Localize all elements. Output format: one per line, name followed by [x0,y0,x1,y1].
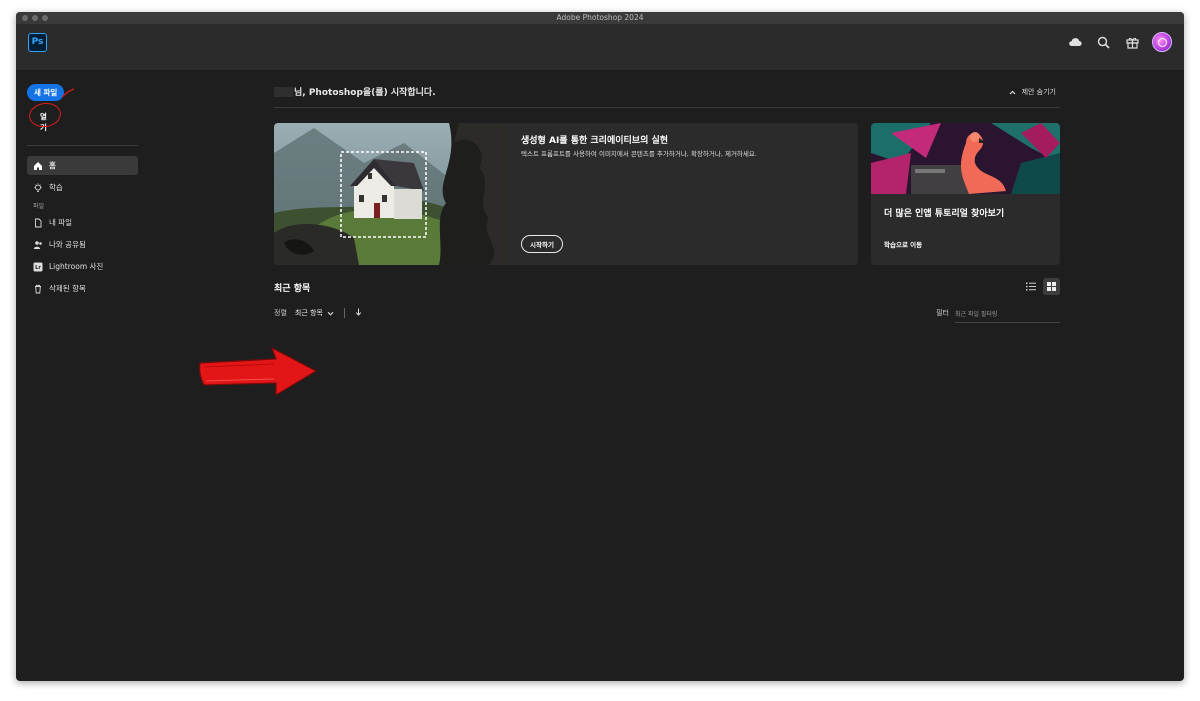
greeting-text: 님, Photoshop을(를) 시작합니다. [294,88,436,98]
svg-text:Lr: Lr [35,265,41,271]
sidebar-item-lightroom[interactable]: Lr Lightroom 사진 [27,257,138,276]
photoshop-window: Adobe Photoshop 2024 Ps 새 파일 열기 홈 학습 파일 … [16,12,1184,681]
sidebar-item-label: 홈 [49,161,56,170]
list-view-icon [1025,282,1036,291]
red-arrow-annotation [199,346,318,397]
new-file-button[interactable]: 새 파일 [27,84,65,101]
avatar[interactable] [1152,32,1172,52]
greeting-row: 님, Photoshop을(를) 시작합니다. 제안 숨기기 [274,80,1060,108]
sort-value: 최근 항목 [294,309,323,317]
filter-input[interactable]: 최근 파일 필터링 [955,307,1060,323]
sidebar-item-shared[interactable]: 나와 공유됨 [27,235,138,254]
lightbulb-icon [34,182,42,192]
grid-view-icon [1047,282,1056,291]
card-title: 더 많은 인앱 튜토리얼 찾아보기 [884,209,1005,219]
list-view-button[interactable] [1022,278,1039,295]
search-icon[interactable] [1094,33,1113,52]
sidebar-item-label: 학습 [49,183,63,192]
annotation-circle [27,100,63,130]
arrow-down-icon [355,308,362,316]
tutorials-card[interactable]: 더 많은 인앱 튜토리얼 찾아보기 학습으로 이동 [871,123,1060,265]
recent-section-title: 최근 항목 [274,284,311,294]
sidebar-item-label: 삭제된 항목 [49,284,86,293]
suggestion-cards: 생성형 AI를 통한 크리에이티브의 실현 텍스트 프롬프트를 사용하여 이미지… [274,123,1060,265]
annotation-stroke [61,88,75,98]
grid-view-button[interactable] [1043,278,1060,295]
file-icon [35,218,42,227]
app-header: Ps [16,24,1184,70]
sidebar-item-my-files[interactable]: 내 파일 [27,213,138,232]
home-main: 님, Photoshop을(를) 시작합니다. 제안 숨기기 생성형 AI를 통… [274,80,1060,323]
sort-controls: 정렬 최근 항목 [274,308,362,318]
sidebar-divider [27,145,138,146]
gift-icon[interactable] [1123,33,1142,52]
home-icon [34,161,42,170]
chevron-up-icon [1009,90,1015,94]
redacted-username [274,86,293,97]
filter-label: 필터 [936,309,949,317]
sort-dropdown[interactable]: 최근 항목 [295,308,334,318]
greeting: 님, Photoshop을(를) 시작합니다. [274,85,436,98]
sort-direction-button[interactable] [355,308,362,318]
open-button[interactable]: 열기 [27,100,63,137]
hide-suggestions-label: 제안 숨기기 [1021,88,1056,96]
cloud-icon[interactable] [1065,33,1084,52]
sidebar-item-label: 나와 공유됨 [49,240,86,249]
sidebar-item-learn[interactable]: 학습 [27,178,138,197]
go-to-learn-link[interactable]: 학습으로 이동 [884,239,922,249]
generative-ai-card[interactable]: 생성형 AI를 통한 크리에이티브의 실현 텍스트 프롬프트를 사용하여 이미지… [274,123,858,265]
sidebar-item-home[interactable]: 홈 [27,156,138,175]
sidebar-item-deleted[interactable]: 삭제된 항목 [27,279,138,298]
sidebar: 새 파일 열기 홈 학습 파일 내 파일 나와 공유됨 Lr Lightroom… [27,80,138,301]
flamingo-image [871,123,1060,194]
window-title: Adobe Photoshop 2024 [556,13,644,22]
shared-users-icon [33,240,42,249]
sidebar-item-label: Lightroom 사진 [49,262,104,271]
get-started-button[interactable]: 시작하기 [521,235,563,253]
hide-suggestions-button[interactable]: 제안 숨기기 [1009,87,1056,97]
card-description: 텍스트 프롬프트를 사용하여 이미지에서 콘텐츠를 추가하거나, 확장하거나, … [521,150,757,158]
trash-icon [35,284,41,293]
photoshop-logo[interactable]: Ps [28,33,47,52]
view-toggle [1022,278,1060,295]
title-bar: Adobe Photoshop 2024 [16,12,1184,24]
sidebar-item-label: 내 파일 [49,218,73,227]
chevron-down-icon [327,311,334,316]
sort-label: 정렬 [274,309,287,317]
card-title: 생성형 AI를 통한 크리에이티브의 실현 [521,136,669,146]
filter-controls: 필터 최근 파일 필터링 [936,307,1060,323]
sort-divider [343,308,345,318]
lightroom-icon: Lr [33,262,43,271]
section-label-files: 파일 [33,203,45,210]
house-cliff-image [274,123,508,265]
